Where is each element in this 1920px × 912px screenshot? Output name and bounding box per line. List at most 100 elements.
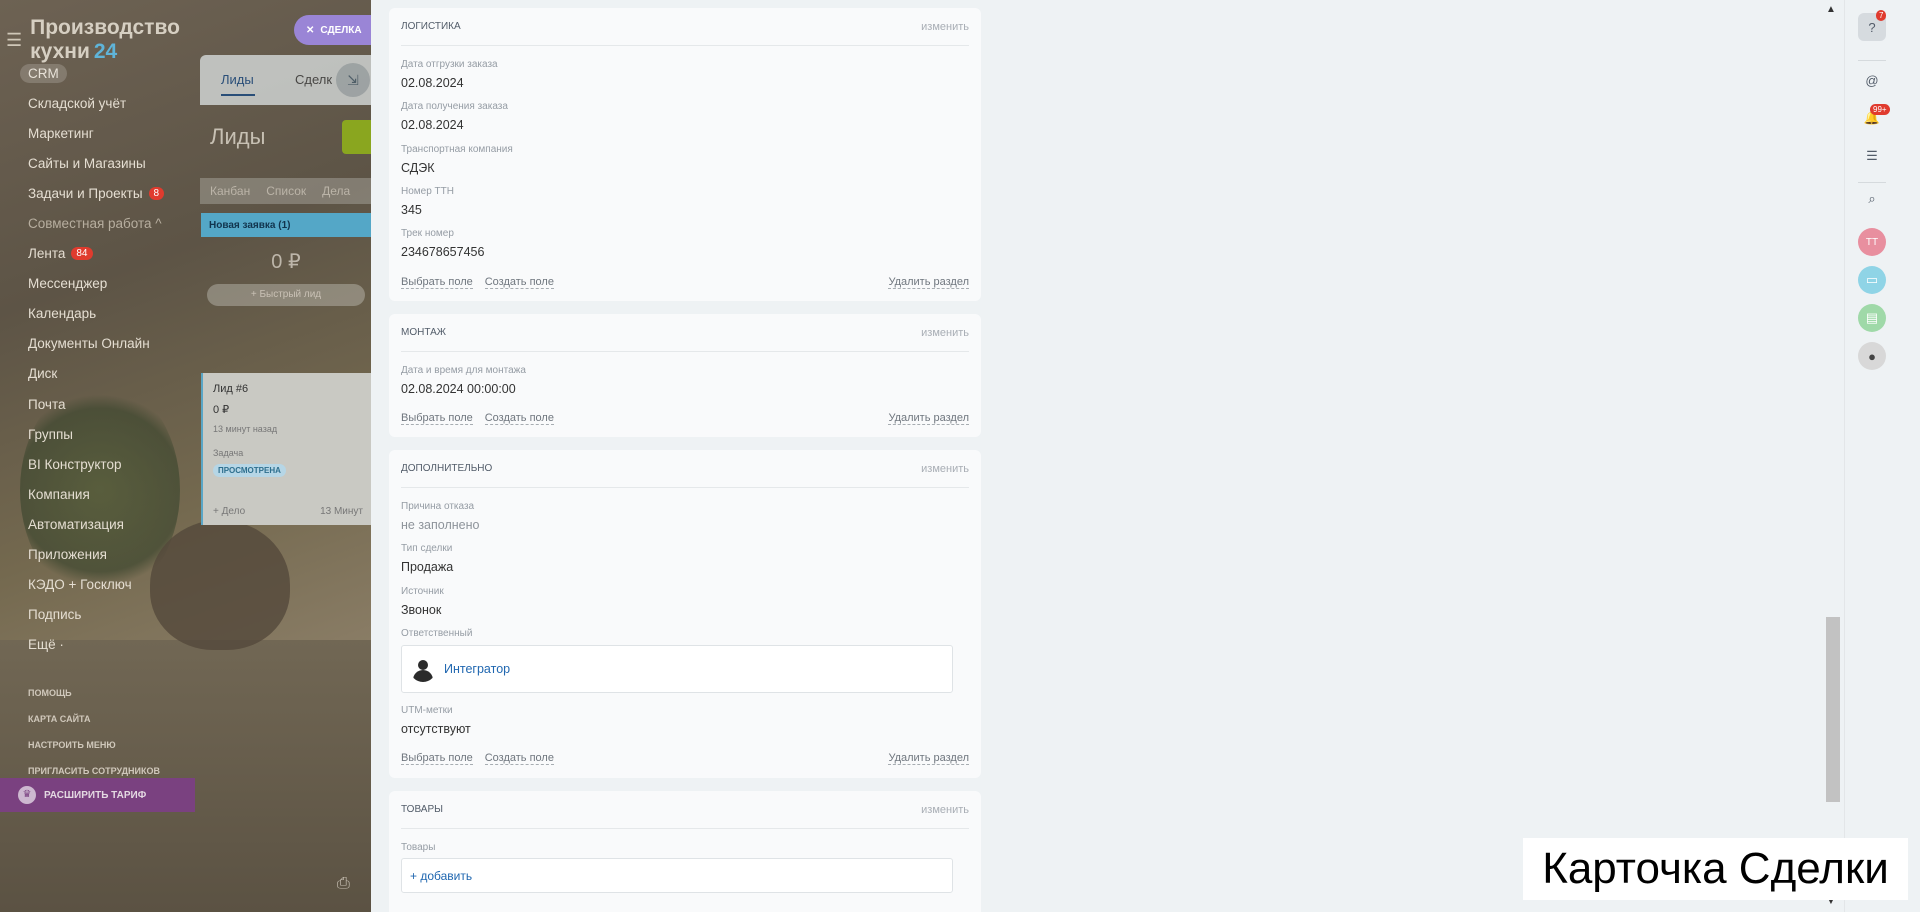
tab-leads[interactable]: Лиды [221, 72, 255, 96]
tab-deals[interactable]: Сделк [295, 72, 332, 87]
section-products: ТОВАРЫ изменить Товары + добавить [389, 791, 981, 912]
delete-section-link[interactable]: Удалить раздел [888, 412, 969, 425]
lead-card[interactable]: Лид #6 0 ₽ 13 минут назад Задача ПРОСМОТ… [201, 373, 371, 525]
scroll-up-arrow[interactable]: ▲ [1826, 4, 1836, 15]
divider [1858, 182, 1886, 183]
avatar [410, 656, 436, 682]
lead-time: 13 минут назад [213, 424, 278, 434]
create-field-link[interactable]: Создать поле [484, 752, 554, 765]
crm-workarea: Лиды Сделк ⇲ Лиды Канбан Список Дела Нов… [200, 55, 371, 912]
edit-section-link[interactable]: изменить [921, 463, 969, 475]
choose-field-link[interactable]: Выбрать поле [401, 752, 473, 765]
sidebar-item-kedo[interactable]: КЭДО + Госключ [28, 570, 164, 600]
choose-field-link[interactable]: Выбрать поле [401, 276, 473, 289]
sidebar-item-groups[interactable]: Группы [28, 419, 164, 449]
field-source[interactable]: Источник Звонок [401, 586, 444, 617]
sidebar-item-documents[interactable]: Документы Онлайн [28, 329, 164, 359]
chat-icon[interactable]: ☰ [1858, 142, 1886, 170]
sidebar-item-company[interactable]: Компания [28, 479, 164, 509]
sidebar-item-bi[interactable]: BI Конструктор [28, 449, 164, 479]
sidebar-item-sites[interactable]: Сайты и Магазины [28, 148, 164, 178]
view-activities[interactable]: Дела [322, 184, 350, 198]
sidebar-item-calendar[interactable]: Календарь [28, 299, 164, 329]
column-header[interactable]: Новая заявка (1) [201, 213, 371, 237]
upgrade-tariff-button[interactable]: ♛ РАСШИРИТЬ ТАРИФ [0, 778, 195, 812]
add-activity-link[interactable]: + Дело [213, 506, 245, 517]
sitemap-link[interactable]: КАРТА САЙТА [28, 706, 160, 732]
kanban-column: Новая заявка (1) 0 ₽ + Быстрый лид Лид #… [201, 213, 371, 525]
sidebar-item-tasks[interactable]: Задачи и Проекты 8 [28, 178, 165, 208]
section-mounting: МОНТАЖ изменить Дата и время для монтажа… [389, 314, 981, 437]
section-title: ТОВАРЫ [401, 804, 443, 815]
section-logistics: ЛОГИСТИКА изменить Дата отгрузки заказа … [389, 8, 981, 301]
field-deal-type[interactable]: Тип сделки Продажа [401, 543, 453, 574]
add-product-button[interactable]: + добавить [401, 858, 953, 893]
at-mention-icon[interactable]: @ [1858, 66, 1886, 94]
sidebar-item-warehouse[interactable]: Складской учёт [28, 88, 164, 118]
view-kanban[interactable]: Канбан [210, 184, 250, 198]
delete-section-link[interactable]: Удалить раздел [888, 752, 969, 765]
portal-title[interactable]: Производство кухни 24 [30, 16, 200, 64]
sidebar-item-mail[interactable]: Почта [28, 389, 164, 419]
close-icon[interactable]: ✕ [306, 25, 314, 36]
create-field-link[interactable]: Создать поле [484, 412, 554, 425]
field-products-label: Товары [401, 842, 436, 853]
field-track-number[interactable]: Трек номер 234678657456 [401, 228, 484, 259]
create-field-link[interactable]: Создать поле [484, 276, 554, 289]
lead-amount: 0 ₽ [213, 404, 230, 416]
sidebar-item-marketing[interactable]: Маркетинг [28, 118, 164, 148]
lead-title[interactable]: Лид #6 [213, 383, 361, 395]
sidebar-menu: CRM Складской учёт Маркетинг Сайты и Маг… [20, 58, 165, 660]
portal-logo-row: ☰ Производство кухни 24 [6, 16, 200, 64]
left-sidebar: ☰ Производство кухни 24 CRM Складской учё… [0, 0, 200, 912]
section-title: ДОПОЛНИТЕЛЬНО [401, 463, 493, 474]
field-waybill-number[interactable]: Номер ТТН 345 [401, 186, 454, 217]
sidebar-item-sign[interactable]: Подпись [28, 600, 164, 630]
edit-section-link[interactable]: изменить [921, 804, 969, 816]
document-icon[interactable]: ▤ [1858, 304, 1886, 332]
lead-status-badge: ПРОСМОТРЕНА [213, 464, 286, 477]
sidebar-item-messenger[interactable]: Мессенджер [28, 269, 164, 299]
quick-lead-button[interactable]: + Быстрый лид [207, 284, 365, 306]
divider [1858, 60, 1886, 61]
user-avatar-icon[interactable]: ● [1858, 342, 1886, 370]
configure-menu-link[interactable]: НАСТРОИТЬ МЕНЮ [28, 732, 160, 758]
delete-section-link[interactable]: Удалить раздел [888, 276, 969, 289]
sidebar-item-feed[interactable]: Лента 84 [28, 239, 164, 269]
minimize-icon[interactable]: ⇲ [336, 63, 370, 97]
field-ship-date[interactable]: Дата отгрузки заказа 02.08.2024 [401, 59, 498, 90]
sidebar-item-disk[interactable]: Диск [28, 359, 164, 389]
scrollbar-thumb[interactable] [1826, 617, 1840, 802]
page-title: Лиды [210, 124, 266, 149]
search-icon[interactable]: ⌕ [1858, 185, 1886, 213]
create-button[interactable] [342, 120, 371, 154]
column-sum: 0 ₽ [271, 251, 301, 273]
field-utm[interactable]: UTM-метки отсутствуют [401, 705, 471, 736]
sidebar-item-crm[interactable]: CRM [20, 58, 164, 88]
edit-section-link[interactable]: изменить [921, 21, 969, 33]
help-link[interactable]: ПОМОЩЬ [28, 680, 160, 706]
sidebar-item-automation[interactable]: Автоматизация [28, 509, 164, 539]
field-receive-date[interactable]: Дата получения заказа 02.08.2024 [401, 101, 508, 132]
field-transport-company[interactable]: Транспортная компания СДЭК [401, 144, 513, 175]
view-tabs: Канбан Список Дела [200, 178, 371, 204]
responsible-user-name[interactable]: Интегратор [444, 662, 510, 676]
sidebar-item-more[interactable]: Ещё · [28, 630, 164, 660]
sidebar-item-apps[interactable]: Приложения [28, 540, 164, 570]
responsible-user[interactable]: Интегратор [401, 645, 953, 693]
deal-slider-tab[interactable]: ✕ СДЕЛКА [294, 15, 374, 45]
deal-card-panel: ЛОГИСТИКА изменить Дата отгрузки заказа … [371, 0, 1844, 912]
edit-section-link[interactable]: изменить [921, 327, 969, 339]
field-mounting-datetime[interactable]: Дата и время для монтажа 02.08.2024 00:0… [401, 365, 526, 396]
user-avatar[interactable]: ТТ [1858, 228, 1886, 256]
field-refusal-reason[interactable]: Причина отказа не заполнено [401, 501, 479, 532]
menu-burger-icon[interactable]: ☰ [6, 30, 22, 51]
choose-field-link[interactable]: Выбрать поле [401, 412, 473, 425]
sidebar-bottom-links: ПОМОЩЬ КАРТА САЙТА НАСТРОИТЬ МЕНЮ ПРИГЛА… [28, 680, 160, 784]
tasks-badge: 8 [148, 186, 165, 200]
view-list[interactable]: Список [266, 184, 306, 198]
print-icon[interactable]: ⎙ [337, 875, 350, 893]
portal-background: ☰ Производство кухни 24 CRM Складской учё… [0, 0, 371, 912]
sidebar-item-collaboration[interactable]: Совместная работа ^ [28, 208, 164, 238]
open-channel-icon[interactable]: ▭ [1858, 266, 1886, 294]
